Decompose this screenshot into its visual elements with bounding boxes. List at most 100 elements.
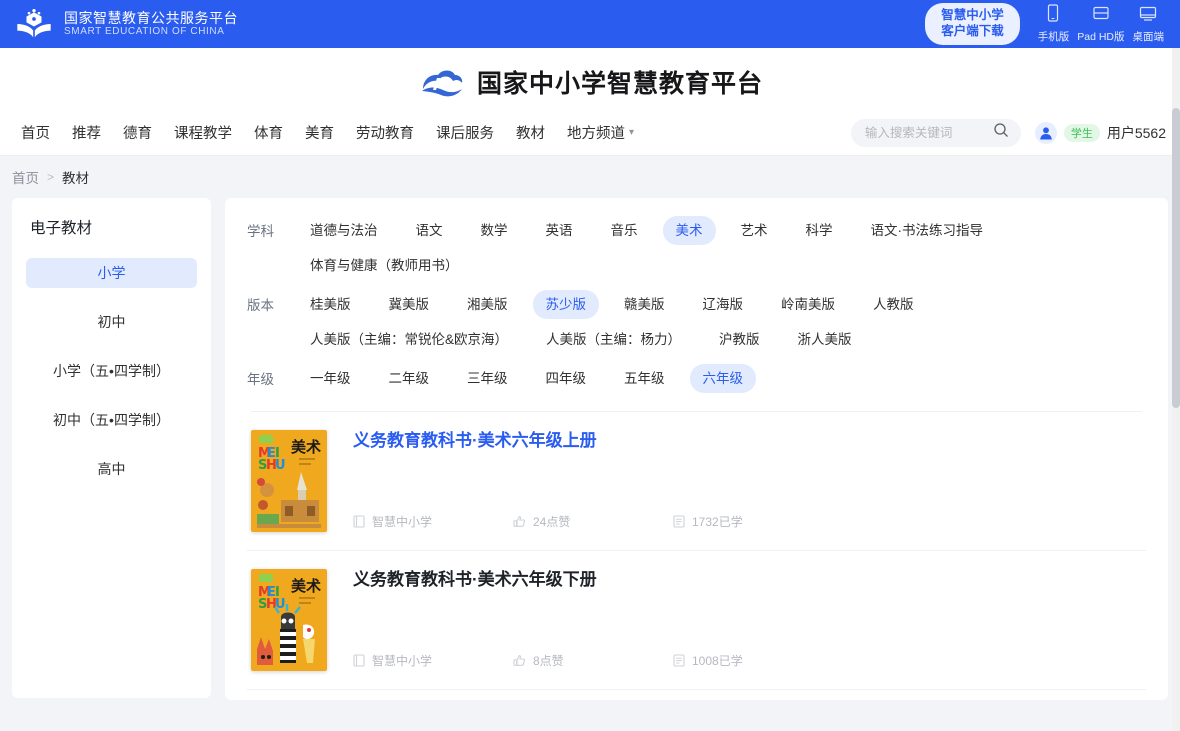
book-info: 义务教育教科书·美术六年级上册 智慧中小学 24点赞 1732已学 [353, 430, 1142, 532]
nav-item-textbooks[interactable]: 教材 [505, 122, 556, 143]
filter-chip-version[interactable]: 冀美版 [376, 290, 443, 319]
filter-options-version: 桂美版 冀美版 湘美版 苏少版 赣美版 辽海版 岭南美版 人教版 人美版（主编：… [291, 290, 1146, 360]
device-label-tablet: Pad HD版 [1077, 31, 1125, 43]
filter-chip-subject[interactable]: 音乐 [598, 216, 651, 245]
search-input[interactable] [864, 125, 993, 140]
book-title-link[interactable]: 义务教育教科书·美术六年级上册 [353, 430, 1142, 452]
nav-item-physical-education[interactable]: 体育 [243, 122, 294, 143]
nav-item-home[interactable]: 首页 [10, 122, 61, 143]
filter-chip-version-selected[interactable]: 苏少版 [532, 290, 599, 319]
filter-chip-subject-selected[interactable]: 美术 [662, 216, 716, 245]
svg-text:美术: 美术 [291, 577, 321, 595]
filter-options-grade: 一年级 二年级 三年级 四年级 五年级 六年级 [291, 364, 1146, 399]
scrollbar-thumb[interactable] [1172, 108, 1180, 408]
client-download-button[interactable]: 智慧中小学 客户端下载 [925, 3, 1020, 45]
filter-label-grade: 年级 [247, 372, 274, 387]
avatar[interactable] [1034, 121, 1057, 144]
nav-item-local-channel[interactable]: 地方频道 ▾ [556, 122, 645, 143]
filter-chip-subject[interactable]: 语文 [403, 216, 456, 245]
download-label-line2: 客户端下载 [941, 24, 1004, 38]
device-link-phone[interactable]: 手机版 [1037, 4, 1070, 44]
study-icon [673, 654, 685, 667]
nav-item-list: 首页 推荐 德育 课程教学 体育 美育 劳动教育 课后服务 教材 地方频道 ▾ [10, 122, 645, 143]
nav-item-recommend[interactable]: 推荐 [61, 122, 112, 143]
filter-chip-subject[interactable]: 道德与法治 [297, 216, 391, 245]
sidebar-item-primary-54[interactable]: 小学（五•四学制） [26, 356, 197, 386]
sidebar-item-primary-school[interactable]: 小学 [26, 258, 197, 288]
smart-education-logo-icon [14, 7, 54, 41]
filter-chip-subject[interactable]: 艺术 [728, 216, 781, 245]
site-header: 国家中小学智慧教育平台 首页 推荐 德育 课程教学 体育 美育 劳动教育 课后服… [0, 48, 1180, 156]
breadcrumb-item-home[interactable]: 首页 [12, 167, 39, 187]
breadcrumb-separator: > [47, 170, 55, 184]
filter-chip-grade[interactable]: 二年级 [376, 364, 443, 393]
page-title: 国家中小学智慧教育平台 [476, 70, 763, 98]
book-meta-row: 智慧中小学 8点赞 1008已学 [353, 652, 1142, 671]
nav-item-moral-education[interactable]: 德育 [112, 122, 163, 143]
filter-chip-version[interactable]: 赣美版 [611, 290, 678, 319]
book-title-link[interactable]: 义务教育教科书·美术六年级下册 [353, 569, 1142, 591]
search-box[interactable] [850, 118, 1021, 147]
nav-label: 德育 [123, 126, 152, 142]
sidebar-item-junior-high[interactable]: 初中 [26, 307, 197, 337]
nav-item-labor-education[interactable]: 劳动教育 [345, 122, 425, 143]
main-navigation: 首页 推荐 德育 课程教学 体育 美育 劳动教育 课后服务 教材 地方频道 ▾ [0, 110, 1180, 156]
filter-chip-grade[interactable]: 四年级 [533, 364, 600, 393]
header-actions: 学生 用户5562 [850, 118, 1166, 147]
site-brand[interactable]: 国家智慧教育公共服务平台 SMART EDUCATION OF CHINA [14, 7, 238, 41]
nav-label: 课后服务 [436, 126, 494, 142]
filter-chip-version[interactable]: 桂美版 [297, 290, 364, 319]
filter-chip-version[interactable]: 人美版（主编：常锐伦&欧京海） [297, 325, 521, 354]
user-area[interactable]: 学生 用户5562 [1034, 121, 1166, 144]
filter-chip-subject[interactable]: 科学 [793, 216, 846, 245]
filter-chip-version[interactable]: 浙人美版 [785, 325, 865, 354]
filter-chip-grade-selected[interactable]: 六年级 [689, 364, 756, 393]
svg-text:美术: 美术 [291, 438, 321, 456]
book-icon [353, 515, 365, 528]
svg-text:U: U [275, 458, 286, 473]
brand-title-en: SMART EDUCATION OF CHINA [64, 26, 225, 38]
filter-chip-version[interactable]: 人教版 [860, 290, 927, 319]
filter-chip-subject[interactable]: 英语 [533, 216, 586, 245]
sidebar-item-junior-54[interactable]: 初中（五•四学制） [26, 405, 197, 435]
book-info: 义务教育教科书·美术六年级下册 智慧中小学 8点赞 1008已学 [353, 569, 1142, 671]
filter-chip-version[interactable]: 辽海版 [690, 290, 757, 319]
filter-chip-grade[interactable]: 五年级 [611, 364, 678, 393]
filter-chip-subject[interactable]: 体育与健康（教师用书） [297, 251, 472, 280]
thumbs-up-icon [513, 654, 526, 667]
book-cover-image[interactable]: 美术 M E I S H U [251, 430, 327, 532]
sidebar-title: 电子教材 [30, 220, 93, 237]
nav-label: 体育 [254, 126, 283, 142]
user-name: 用户5562 [1106, 124, 1166, 141]
list-item[interactable]: 美术 M E I S H U [247, 551, 1146, 690]
filter-chip-version[interactable]: 人美版（主编：杨力） [533, 325, 694, 354]
list-item[interactable]: 美术 M E I S H U [247, 412, 1146, 551]
nav-label: 美育 [305, 126, 334, 142]
filter-chip-grade[interactable]: 三年级 [454, 364, 521, 393]
nav-item-course-teaching[interactable]: 课程教学 [163, 122, 243, 143]
device-label-phone: 手机版 [1037, 31, 1070, 43]
filter-chip-grade[interactable]: 一年级 [297, 364, 364, 393]
filter-chip-version[interactable]: 沪教版 [706, 325, 773, 354]
sidebar-item-senior-high[interactable]: 高中 [26, 454, 197, 484]
filter-chip-version[interactable]: 岭南美版 [768, 290, 848, 319]
nav-item-aesthetic-education[interactable]: 美育 [294, 122, 345, 143]
filter-label-subject: 学科 [247, 224, 274, 239]
book-learners: 1008已学 [673, 652, 833, 669]
filter-chip-subject[interactable]: 数学 [468, 216, 521, 245]
book-likes: 24点赞 [513, 513, 673, 530]
device-link-desktop[interactable]: 桌面端 [1132, 4, 1165, 44]
nav-item-after-school-service[interactable]: 课后服务 [425, 122, 505, 143]
filter-chip-subject[interactable]: 语文·书法练习指导 [858, 216, 997, 245]
book-meta-row: 智慧中小学 24点赞 1732已学 [353, 513, 1142, 532]
chevron-down-icon: ▾ [629, 127, 635, 138]
top-utility-bar: 国家智慧教育公共服务平台 SMART EDUCATION OF CHINA 智慧… [0, 0, 1180, 48]
page-scrollbar[interactable] [1172, 48, 1180, 731]
filter-row-grade: 年级 一年级 二年级 三年级 四年级 五年级 六年级 [247, 364, 1146, 399]
device-link-tablet[interactable]: Pad HD版 [1077, 4, 1125, 44]
book-cover-image[interactable]: 美术 M E I S H U [251, 569, 327, 671]
device-label-desktop: 桌面端 [1132, 31, 1165, 43]
filter-row-version: 版本 桂美版 冀美版 湘美版 苏少版 赣美版 辽海版 岭南美版 人教版 人美版（… [247, 290, 1146, 360]
filter-chip-version[interactable]: 湘美版 [454, 290, 521, 319]
search-icon[interactable] [993, 122, 1009, 143]
